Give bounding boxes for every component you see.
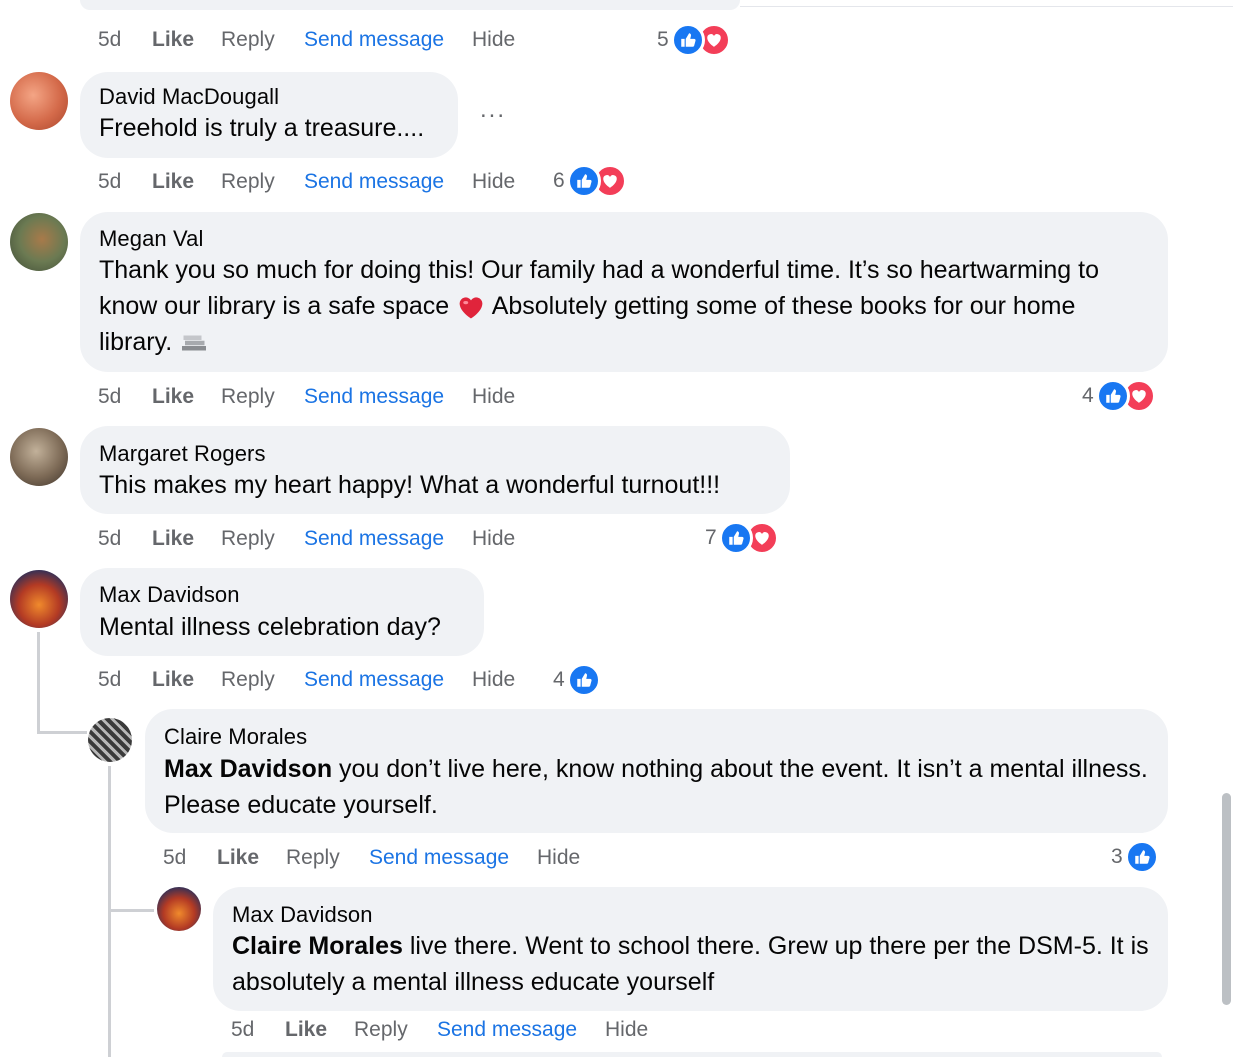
- next-reply-bubble: [222, 1052, 1162, 1057]
- hide-button[interactable]: Hide: [472, 28, 515, 52]
- reply-button[interactable]: Reply: [221, 527, 275, 551]
- like-button[interactable]: Like: [152, 668, 194, 692]
- reply-text: Max Davidson you don’t live here, know n…: [164, 751, 1154, 823]
- hide-button[interactable]: Hide: [537, 846, 580, 870]
- reaction-summary[interactable]: 5: [657, 22, 731, 58]
- send-message-button[interactable]: Send message: [304, 668, 444, 692]
- reply-button[interactable]: Reply: [221, 28, 275, 52]
- reply-author[interactable]: Max Davidson: [232, 902, 373, 928]
- reaction-count: 5: [657, 28, 669, 51]
- reaction-summary[interactable]: 6: [553, 163, 627, 199]
- comment-author[interactable]: David MacDougall: [99, 84, 279, 110]
- comment-text: Freehold is truly a treasure....: [99, 114, 425, 142]
- like-button[interactable]: Like: [152, 527, 194, 551]
- comment-actions: 5d Like Reply Send message Hide: [98, 28, 548, 58]
- send-message-button[interactable]: Send message: [369, 846, 509, 870]
- comment-text: This makes my heart happy! What a wonder…: [99, 471, 721, 499]
- reaction-summary[interactable]: 4: [1082, 378, 1156, 414]
- like-reaction-icon: [566, 663, 601, 697]
- like-reaction-icon: [1124, 840, 1159, 874]
- avatar[interactable]: [157, 887, 201, 931]
- reply-button[interactable]: Reply: [221, 170, 275, 194]
- timestamp[interactable]: 5d: [98, 28, 121, 52]
- like-button[interactable]: Like: [152, 385, 194, 409]
- reaction-count: 7: [705, 526, 717, 549]
- avatar[interactable]: [88, 718, 132, 762]
- reaction-count: 3: [1111, 845, 1123, 868]
- hide-button[interactable]: Hide: [605, 1018, 648, 1042]
- comment-actions: 5d Like Reply Send message Hide: [98, 385, 548, 415]
- send-message-button[interactable]: Send message: [437, 1018, 577, 1042]
- like-button[interactable]: Like: [152, 28, 194, 52]
- like-reaction-icon: [718, 521, 753, 555]
- comment-author[interactable]: Margaret Rogers: [99, 441, 266, 467]
- comment-actions: 5d Like Reply Send message Hide: [98, 527, 548, 557]
- reply-button[interactable]: Reply: [354, 1018, 408, 1042]
- reaction-count: 4: [1082, 384, 1094, 407]
- hide-button[interactable]: Hide: [472, 385, 515, 409]
- timestamp[interactable]: 5d: [231, 1018, 254, 1042]
- reaction-count: 4: [553, 668, 565, 691]
- hide-button[interactable]: Hide: [472, 527, 515, 551]
- reaction-summary[interactable]: 3: [1111, 839, 1159, 875]
- like-button[interactable]: Like: [217, 846, 259, 870]
- avatar[interactable]: [10, 570, 68, 628]
- hide-button[interactable]: Hide: [472, 668, 515, 692]
- avatar[interactable]: [10, 213, 68, 271]
- comment-author[interactable]: Megan Val: [99, 226, 203, 252]
- mention-link[interactable]: Claire Morales: [232, 932, 403, 960]
- hide-button[interactable]: Hide: [472, 170, 515, 194]
- like-button[interactable]: Like: [152, 170, 194, 194]
- reaction-summary[interactable]: 4: [553, 662, 601, 698]
- more-options-icon[interactable]: ...: [480, 96, 506, 124]
- comment-author[interactable]: Max Davidson: [99, 582, 240, 608]
- like-reaction-icon: [566, 164, 601, 198]
- timestamp[interactable]: 5d: [98, 385, 121, 409]
- like-reaction-icon: [670, 23, 705, 57]
- previous-comment-bubble: [80, 0, 740, 10]
- comment-actions: 5d Like Reply Send message Hide: [98, 170, 548, 200]
- thread-line: [37, 632, 40, 734]
- avatar[interactable]: [10, 72, 68, 130]
- send-message-button[interactable]: Send message: [304, 385, 444, 409]
- timestamp[interactable]: 5d: [163, 846, 186, 870]
- reply-actions: 5d Like Reply Send message Hide: [231, 1018, 681, 1048]
- reply-button[interactable]: Reply: [221, 385, 275, 409]
- send-message-button[interactable]: Send message: [304, 28, 444, 52]
- reply-button[interactable]: Reply: [286, 846, 340, 870]
- comment-actions: 5d Like Reply Send message Hide: [98, 668, 548, 698]
- send-message-button[interactable]: Send message: [304, 527, 444, 551]
- reply-text: Claire Morales live there. Went to schoo…: [232, 928, 1152, 1000]
- reaction-count: 6: [553, 169, 565, 192]
- reaction-summary[interactable]: 7: [705, 520, 779, 556]
- like-reaction-icon: [1095, 379, 1130, 413]
- books-emoji-icon: [182, 335, 207, 351]
- like-button[interactable]: Like: [285, 1018, 327, 1042]
- avatar[interactable]: [10, 428, 68, 486]
- heart-emoji-icon: [459, 297, 483, 319]
- divider: [740, 6, 1233, 7]
- mention-link[interactable]: Max Davidson: [164, 755, 332, 783]
- scrollbar[interactable]: [1222, 793, 1231, 1005]
- reply-actions: 5d Like Reply Send message Hide: [163, 846, 613, 876]
- comment-text: Thank you so much for doing this! Our fa…: [99, 252, 1149, 360]
- timestamp[interactable]: 5d: [98, 668, 121, 692]
- timestamp[interactable]: 5d: [98, 170, 121, 194]
- thread-line: [37, 731, 87, 734]
- comment-text: Mental illness celebration day?: [99, 613, 441, 641]
- timestamp[interactable]: 5d: [98, 527, 121, 551]
- send-message-button[interactable]: Send message: [304, 170, 444, 194]
- thread-line: [108, 909, 154, 912]
- reply-author[interactable]: Claire Morales: [164, 724, 307, 750]
- reply-button[interactable]: Reply: [221, 668, 275, 692]
